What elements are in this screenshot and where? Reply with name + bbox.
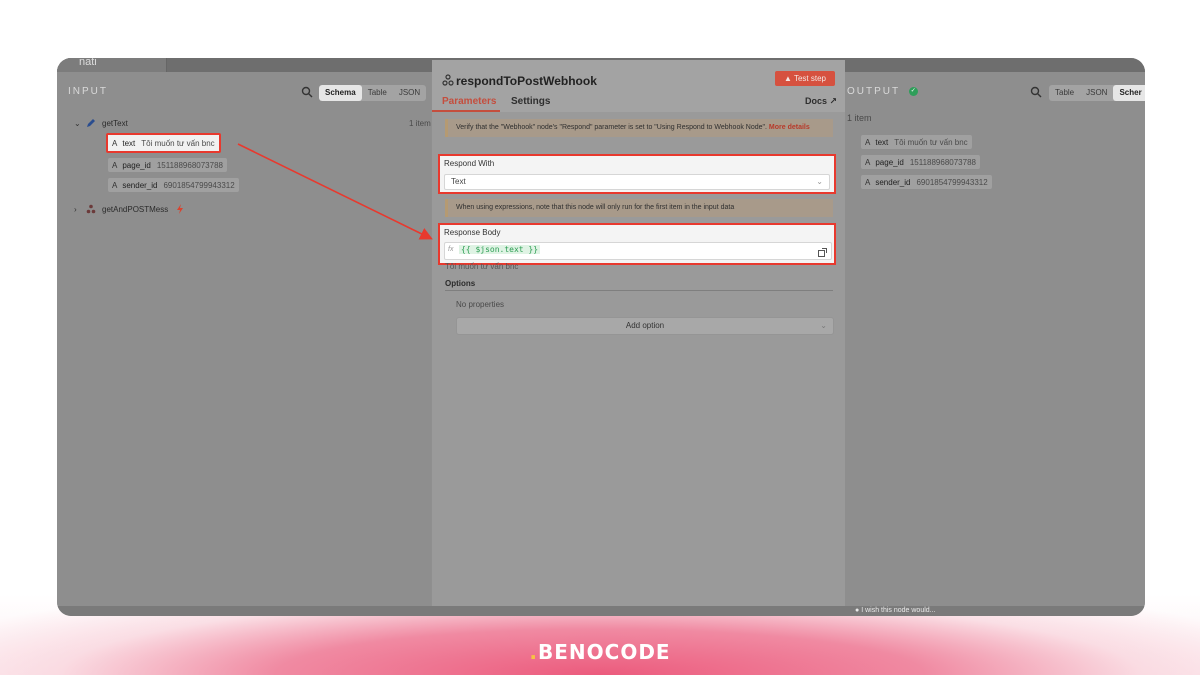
fx-icon: fx — [448, 246, 454, 253]
test-step-button[interactable]: ▲ Test step — [775, 71, 835, 86]
string-type-icon: A — [865, 137, 871, 147]
brand-logo: .BENOCODE — [529, 640, 671, 664]
feedback-text: I wish this node would... — [861, 607, 936, 614]
respond-notice: Verify that the "Webhook" node's "Respon… — [445, 119, 833, 137]
pencil-icon — [87, 119, 95, 127]
field-value: 6901854799943312 — [163, 180, 235, 190]
field-value: 6901854799943312 — [916, 177, 988, 187]
input-tab-json[interactable]: JSON — [393, 85, 426, 101]
expression-preview: Tôi muốn tư vấn bnc — [445, 262, 519, 271]
external-link-icon: ↗ — [829, 96, 838, 106]
output-field-sender-id[interactable]: A sender_id 6901854799943312 — [861, 175, 992, 189]
output-heading: OUTPUT ✓ — [847, 86, 918, 97]
input-tab-table[interactable]: Table — [362, 85, 393, 101]
app-window: nati INPUT Schema Table JSON ⌄ getText 1… — [57, 58, 1145, 616]
response-body-param: Response Body fx {{ $json.text }} — [438, 223, 836, 265]
string-type-icon: A — [865, 157, 871, 167]
canvas-toolbar — [57, 606, 1145, 616]
field-value: 151188968073788 — [156, 160, 223, 170]
expand-editor-icon[interactable] — [818, 248, 827, 257]
no-properties-text: No properties — [456, 300, 505, 309]
add-option-label: Add option — [625, 321, 665, 330]
webhook-icon — [86, 204, 96, 214]
node-name: getAndPOSTMess — [102, 204, 169, 214]
node-row-gettext[interactable]: ⌄ getText — [74, 116, 128, 130]
field-value: Tôi muốn tư vấn bnc — [141, 138, 215, 148]
response-body-label: Response Body — [444, 228, 501, 237]
chevron-right-icon[interactable]: › — [74, 205, 84, 214]
string-type-icon: A — [112, 160, 118, 170]
field-value: Tôi muốn tư vấn bnc — [894, 137, 968, 147]
options-divider — [445, 290, 833, 291]
expression-notice: When using expressions, note that this n… — [445, 199, 833, 217]
success-check-icon: ✓ — [908, 86, 918, 96]
input-heading: INPUT — [68, 86, 108, 97]
input-view-toggle: Schema Table JSON — [319, 85, 427, 101]
field-key: page_id — [122, 160, 151, 170]
more-details-link[interactable]: More details — [769, 124, 810, 131]
webhook-icon — [442, 74, 454, 86]
field-key: sender_id — [875, 177, 911, 187]
output-panel: OUTPUT ✓ Table JSON Scher 1 item A text … — [845, 72, 1145, 606]
docs-link[interactable]: Docs ↗ — [805, 96, 837, 107]
chevron-down-icon: ⌄ — [820, 321, 827, 330]
field-key: text — [122, 138, 136, 148]
input-panel: INPUT Schema Table JSON ⌄ getText 1 item… — [57, 72, 431, 606]
modal-title: respondToPostWebhook — [456, 74, 597, 88]
flask-icon: ▲ — [783, 74, 792, 83]
trigger-bolt-icon — [177, 204, 184, 214]
node-row-getandpostmess[interactable]: › getAndPOSTMess — [74, 202, 184, 216]
respond-with-label: Respond With — [444, 159, 495, 168]
output-tab-json[interactable]: JSON — [1080, 85, 1113, 101]
output-view-toggle: Table JSON Scher — [1049, 85, 1145, 101]
lightbulb-icon: ● — [855, 607, 860, 614]
respond-with-select[interactable]: Text ⌄ — [444, 174, 830, 190]
tab-parameters[interactable]: Parameters — [442, 96, 496, 107]
feedback-link[interactable]: ● I wish this node would... — [855, 607, 936, 614]
output-field-text[interactable]: A text Tôi muốn tư vấn bnc — [861, 135, 972, 149]
options-label: Options — [445, 279, 476, 288]
response-body-input[interactable]: fx {{ $json.text }} — [444, 242, 832, 260]
field-value: 151188968073788 — [909, 157, 976, 167]
respond-with-value: Text — [451, 177, 466, 186]
active-tab-indicator — [432, 110, 500, 112]
field-key: text — [875, 137, 889, 147]
input-tab-schema[interactable]: Schema — [319, 85, 362, 101]
notice-text: When using expressions, note that this n… — [456, 204, 735, 211]
output-tab-schema[interactable]: Scher — [1113, 85, 1145, 101]
input-field-sender-id[interactable]: A sender_id 6901854799943312 — [108, 178, 239, 192]
test-step-label: Test step — [793, 74, 826, 83]
string-type-icon: A — [112, 138, 118, 148]
notice-text: Verify that the "Webhook" node's "Respon… — [456, 124, 767, 131]
string-type-icon: A — [112, 180, 118, 190]
string-type-icon: A — [865, 177, 871, 187]
input-field-text[interactable]: A text Tôi muốn tư vấn bnc — [106, 133, 221, 153]
output-heading-text: OUTPUT — [847, 86, 900, 97]
output-items-count: 1 item — [847, 113, 872, 123]
output-tab-table[interactable]: Table — [1049, 85, 1080, 101]
input-field-page-id[interactable]: A page_id 151188968073788 — [108, 158, 227, 172]
field-key: sender_id — [122, 180, 158, 190]
output-field-page-id[interactable]: A page_id 151188968073788 — [861, 155, 980, 169]
expression-code: {{ $json.text }} — [459, 245, 541, 254]
docs-label: Docs — [805, 96, 828, 106]
search-icon[interactable] — [301, 86, 313, 98]
modal-header: respondToPostWebhook ▲ Test step Paramet… — [432, 60, 845, 112]
tab-settings[interactable]: Settings — [511, 96, 550, 107]
add-option-button[interactable]: Add option ⌄ — [456, 317, 834, 335]
top-tab[interactable]: nati — [57, 58, 167, 72]
respond-with-param: Respond With Text ⌄ — [438, 154, 836, 194]
node-settings-modal: respondToPostWebhook ▲ Test step Paramet… — [432, 60, 845, 616]
chevron-down-icon[interactable]: ⌄ — [74, 119, 84, 128]
chevron-down-icon: ⌄ — [816, 177, 823, 186]
node-name: getText — [102, 118, 128, 128]
field-key: page_id — [875, 157, 904, 167]
search-icon[interactable] — [1030, 86, 1042, 98]
input-items-count: 1 item — [409, 119, 431, 128]
